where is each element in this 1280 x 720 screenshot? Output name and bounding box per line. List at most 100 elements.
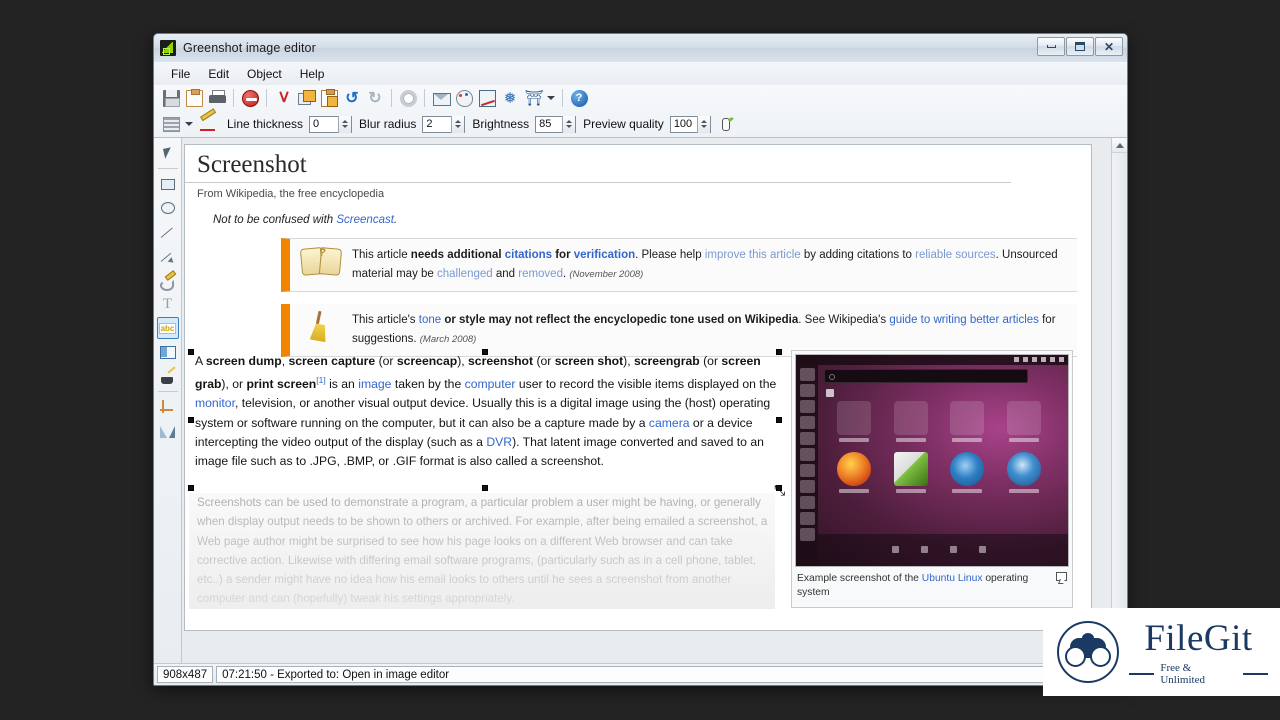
ubuntu-linux-link[interactable]: Ubuntu Linux [922,573,983,584]
line-thickness-stepper[interactable] [309,115,353,133]
image-link[interactable]: image [358,377,391,391]
camera-link[interactable]: camera [649,416,690,430]
fill-dropdown-button[interactable] [183,113,195,135]
close-button[interactable]: ✕ [1095,37,1123,56]
export-icon [432,90,451,107]
brightness-stepper[interactable] [535,115,577,133]
destination-dropdown-button[interactable] [545,87,557,109]
tool-arrow[interactable] [157,245,179,267]
writing-guide-link[interactable]: guide to writing better articles [889,314,1039,326]
tool-ellipse[interactable] [157,197,179,219]
tool-highlight[interactable]: abc [156,317,179,339]
tool-speech-bubble[interactable] [157,341,179,363]
tool-crop[interactable] [157,396,179,418]
tool-rotate[interactable] [157,420,179,442]
verification-link[interactable]: verification [574,249,635,261]
torii-button[interactable]: ⛩ [522,87,544,109]
preview-quality-input[interactable] [670,116,697,132]
enlarge-icon[interactable] [1056,572,1067,581]
palette-button[interactable] [453,87,475,109]
brightness-spin-buttons[interactable] [562,115,576,133]
print-button[interactable] [206,87,228,109]
minimize-button[interactable] [1037,37,1065,56]
toolbars: ↺ ↻ ❅ ⛩ ? Line thickness 0 Blur radius 2… [154,85,1127,138]
scroll-up-button[interactable] [1112,138,1127,153]
brightness-input[interactable] [536,116,563,132]
status-bar: 908x487 07:21:50 - Exported to: Open in … [154,663,1127,685]
line-color-button[interactable] [196,113,220,135]
blur-radius-input[interactable] [423,116,452,132]
resize-handle-nw[interactable] [188,349,194,355]
paste-button[interactable] [318,87,340,109]
menu-file[interactable]: File [162,65,199,83]
text-icon: T [162,295,173,312]
fill-color-button[interactable] [160,113,182,135]
help-icon: ? [570,89,588,107]
article-thumbnail-box: Example screenshot of the Ubuntu Linux o… [791,350,1073,608]
save-button[interactable] [160,87,182,109]
reliable-sources-link[interactable]: reliable sources [915,249,996,261]
redo-button[interactable]: ↻ [364,87,386,109]
ellipse-icon [160,202,175,214]
copy-image-to-clipboard-button[interactable] [183,87,205,109]
dvr-link[interactable]: DVR [486,435,512,449]
window-titlebar[interactable]: Greenshot image editor ✕ [154,34,1127,62]
reference-1[interactable]: [1] [316,375,325,385]
settings-button[interactable] [397,87,419,109]
selected-element[interactable]: A screen dump, screen capture (or screen… [188,349,782,491]
caption-prefix: Example screenshot of the [797,573,922,584]
hatnote-link[interactable]: Screencast [336,214,394,226]
maximize-button[interactable] [1066,37,1094,56]
tone-link[interactable]: tone [419,314,441,326]
line-thickness-spin-buttons[interactable] [338,115,352,133]
brightness-label: Brightness [472,117,530,131]
help-button[interactable]: ? [568,87,590,109]
delete-button[interactable] [239,87,261,109]
gear-icon [399,89,417,107]
resize-handle-sw[interactable] [188,485,194,491]
greenshot-icon [160,40,176,56]
menu-edit[interactable]: Edit [199,65,238,83]
canvas-viewport[interactable]: Screenshot From Wikipedia, the free ency… [182,138,1111,663]
improve-article-link[interactable]: improve this article [705,249,801,261]
open-book-icon: ? [290,246,352,276]
image-canvas[interactable]: Screenshot From Wikipedia, the free ency… [184,144,1092,631]
status-message: 07:21:50 - Exported to: Open in image ed… [216,666,1121,683]
blur-radius-spin-buttons[interactable] [451,115,465,133]
tool-obfuscate[interactable] [157,365,179,387]
challenged-link[interactable]: challenged [437,268,493,280]
resize-handle-n[interactable] [482,349,488,355]
blur-radius-stepper[interactable] [422,115,466,133]
citations-link[interactable]: citations [505,249,552,261]
resize-handle-ne[interactable] [776,349,782,355]
tool-text[interactable]: T [157,293,179,315]
monitor-link[interactable]: monitor [195,396,235,410]
preview-quality-stepper[interactable] [669,115,711,133]
tool-line[interactable] [157,221,179,243]
undo-button[interactable]: ↺ [341,87,363,109]
window-controls: ✕ [1037,37,1123,56]
effects-button[interactable]: ❅ [499,87,521,109]
paste-icon [320,88,338,107]
resize-handle-s[interactable] [482,485,488,491]
resize-handle-w[interactable] [188,417,194,423]
line-thickness-input[interactable] [310,116,339,132]
copy-button[interactable] [295,87,317,109]
menu-help[interactable]: Help [291,65,334,83]
tool-select[interactable] [157,142,179,164]
binoculars-icon [1057,621,1119,683]
save-icon [162,89,180,107]
cut-button[interactable] [272,87,294,109]
tool-rectangle[interactable] [157,173,179,195]
menu-object[interactable]: Object [238,65,291,83]
resize-handle-e[interactable] [776,417,782,423]
tool-freehand[interactable] [157,269,179,291]
printer-icon [208,89,226,107]
export-button[interactable] [430,87,452,109]
apply-effect-button[interactable] [716,113,738,135]
computer-link[interactable]: computer [465,377,516,391]
removed-link[interactable]: removed [518,268,563,280]
obfuscate-button[interactable] [476,87,498,109]
preview-quality-spin-buttons[interactable] [696,115,710,133]
canvas-vertical-scrollbar[interactable] [1111,138,1127,663]
